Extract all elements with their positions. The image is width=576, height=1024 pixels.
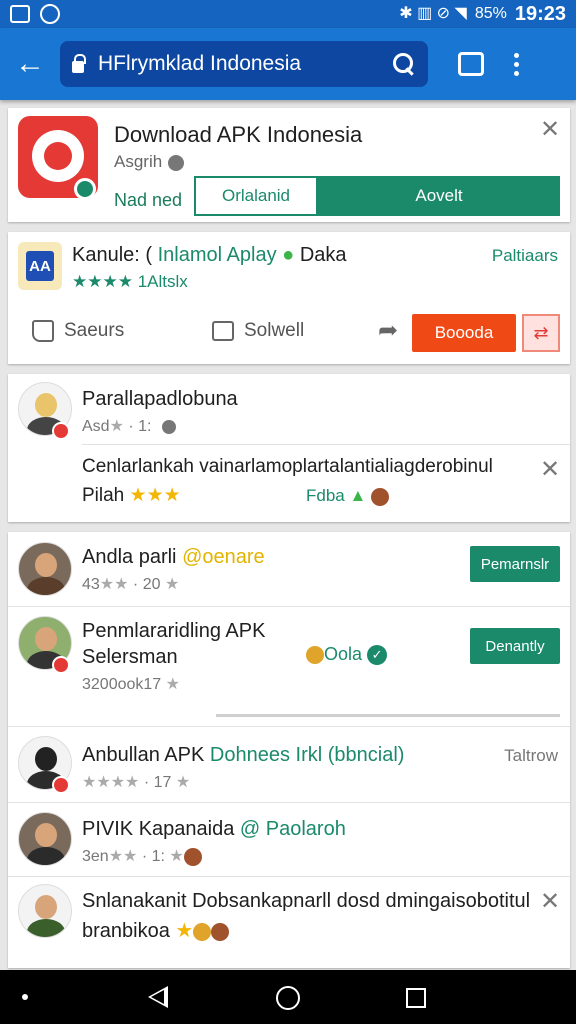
list-item-name-line2: Selersman: [82, 646, 178, 668]
list-item-name: PIVIK Kapanaida @ Paolaroh: [82, 818, 346, 840]
signal-icons: ✱ ▥ ⊘ ◥: [399, 5, 467, 22]
list-item-meta: ★★★★ · 17 ★: [82, 774, 191, 791]
comment-body: Cenlarlankah vainarlamoplartalantialiagd…: [82, 456, 493, 477]
share-icon[interactable]: ➦: [378, 316, 398, 345]
notification-icon: [10, 5, 30, 23]
post-right-label[interactable]: Paltiaars: [492, 246, 558, 266]
list-item-extra: Oola ✓: [306, 644, 388, 666]
avatar[interactable]: [18, 542, 72, 596]
comment-tag: Fdba ▲: [306, 486, 390, 506]
verified-badge-icon: [74, 178, 96, 200]
lock-icon: [72, 54, 86, 73]
avatar-badge-icon: [52, 422, 70, 440]
browser-toolbar: ← HFlrymklad Indonesia: [0, 28, 576, 100]
overflow-menu-icon[interactable]: [514, 52, 519, 76]
tab-switcher-icon[interactable]: [458, 52, 484, 76]
nav-dot-icon: [22, 994, 28, 1000]
post-actions: Saeurs Solwell ➦ Boooda ⇄: [8, 310, 570, 362]
comment-button[interactable]: Solwell: [212, 320, 304, 342]
app-title: Download APK Indonesia: [114, 122, 363, 147]
close-icon[interactable]: ✕: [540, 118, 560, 142]
avatar[interactable]: [18, 884, 72, 938]
orange-action-button[interactable]: Boooda: [412, 314, 516, 352]
comment-card: Parallapadlobuna Asd★ · 1: Cenlarlankah …: [8, 374, 570, 522]
app-subtitle: Asgrih: [114, 152, 185, 172]
comment-body-line2: Pilah ★★★: [82, 485, 181, 506]
status-bar: ✱ ▥ ⊘ ◥ 85% 19:23: [0, 0, 576, 28]
nav-recents-icon[interactable]: [406, 988, 426, 1008]
progress-divider: [216, 714, 560, 717]
url-text: HFlrymklad Indonesia: [98, 52, 302, 75]
secondary-button[interactable]: Orlalanid: [194, 176, 318, 216]
list-item-name: Andla parli @oenare: [82, 546, 265, 568]
avatar-badge-icon: [52, 776, 70, 794]
primary-button[interactable]: Aovelt: [318, 176, 560, 216]
follow-button[interactable]: Denantly: [470, 628, 560, 664]
leaf-icon: ●: [282, 244, 295, 266]
list-item-name: Penmlararidling APK: [82, 620, 266, 642]
list-item-name: Snlanakanit Dobsankapnarll dosd dmingais…: [82, 890, 531, 912]
post-title: Kanule: ( Inlamol Aplay ● Daka: [72, 244, 347, 266]
app-logo-icon: [18, 116, 98, 200]
divider: [8, 802, 570, 803]
list-item-right[interactable]: Taltrow: [504, 746, 558, 766]
post-rating: ★★★★ 1Altslx: [72, 272, 188, 291]
expand-icon-button[interactable]: ⇄: [522, 314, 560, 352]
search-icon[interactable]: [392, 52, 416, 76]
list-item-meta: 3en★★ · 1: ★: [82, 846, 202, 866]
divider: [8, 876, 570, 877]
url-bar[interactable]: HFlrymklad Indonesia: [60, 41, 428, 87]
app-download-card: Download APK Indonesia Asgrih Nad ned Or…: [8, 108, 570, 222]
post-app-icon: AA: [18, 242, 62, 290]
system-nav-bar: [0, 970, 576, 1024]
divider: [8, 606, 570, 607]
close-icon[interactable]: ✕: [540, 890, 560, 914]
avatar-badge-icon: [52, 656, 70, 674]
nav-back-icon[interactable]: [148, 986, 168, 1008]
comment-meta: Asd★ · 1:: [82, 416, 176, 436]
status-time: 19:23: [514, 2, 566, 25]
divider: [82, 444, 570, 445]
info-icon: [168, 154, 185, 171]
follow-button[interactable]: Pemarnslr: [470, 546, 560, 582]
list-item-meta: 43★★ · 20 ★: [82, 576, 180, 593]
comment-author: Parallapadlobuna: [82, 388, 238, 410]
people-list-card: Andla parli @oenare 43★★ · 20 ★ Pemarnsl…: [8, 532, 570, 968]
back-arrow-icon[interactable]: ←: [0, 28, 60, 100]
nav-home-icon[interactable]: [276, 986, 300, 1010]
like-button[interactable]: Saeurs: [32, 320, 124, 342]
thumbs-up-icon: [32, 320, 54, 342]
divider: [8, 726, 570, 727]
comment-icon: [212, 321, 234, 341]
check-icon: ✓: [367, 645, 388, 666]
list-item-meta: 3200ook17 ★: [82, 676, 180, 693]
battery-level: 85%: [474, 5, 507, 22]
close-icon[interactable]: ✕: [540, 458, 560, 482]
avatar[interactable]: [18, 812, 72, 866]
list-item-name-line2: branbikoa ★: [82, 918, 230, 943]
list-item-name: Anbullan APK Dohnees Irkl (bbncial): [82, 744, 405, 766]
post-card: AA Kanule: ( Inlamol Aplay ● Daka Paltia…: [8, 232, 570, 364]
app-note: Nad ned: [114, 190, 183, 210]
clock-icon: [40, 4, 60, 24]
